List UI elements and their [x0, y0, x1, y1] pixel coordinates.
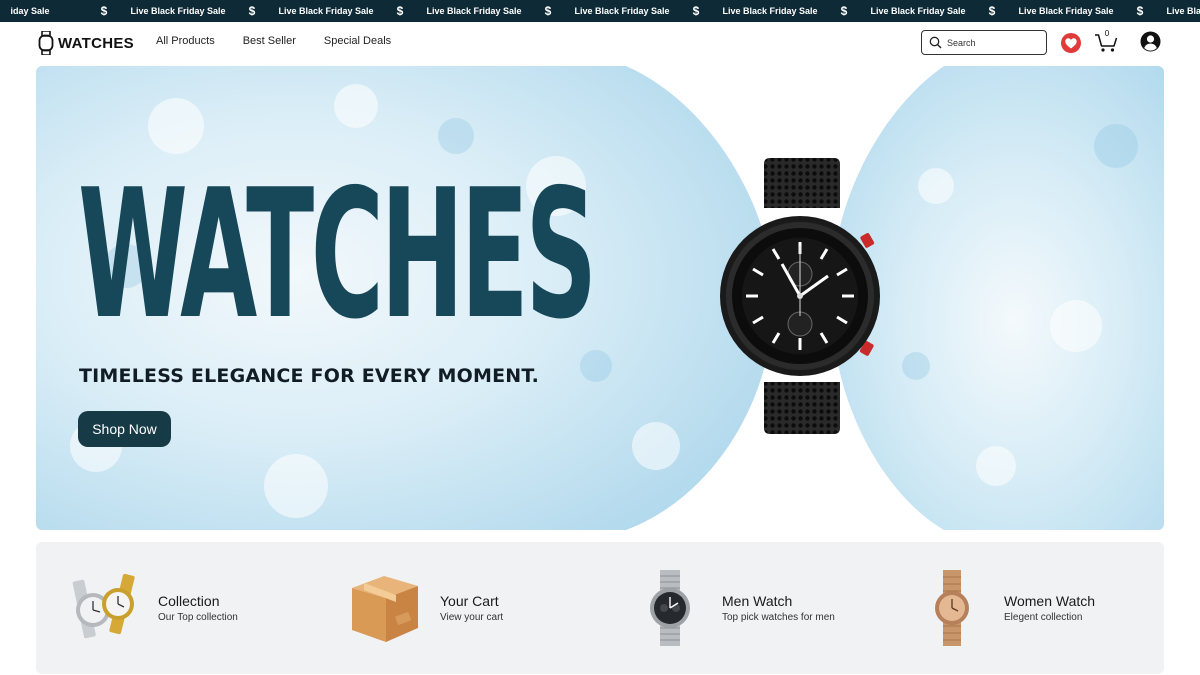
dollar-icon: $: [248, 4, 256, 18]
ticker-text: Live Black Friday Sale: [278, 6, 374, 16]
main-nav: All Products Best Seller Special Deals: [156, 35, 419, 47]
ticker-item: Live Black Friday Sale $: [1016, 4, 1164, 18]
ticker-item: Live Black Friday Sale $: [276, 4, 424, 18]
category-collection[interactable]: Collection Our Top collection: [66, 568, 238, 648]
ticker-text: iday Sale: [10, 6, 50, 16]
category-subtitle: Top pick watches for men: [722, 612, 835, 623]
hero-title: WATCHES: [78, 151, 597, 358]
dollar-icon: $: [544, 4, 552, 18]
category-title: Women Watch: [1004, 593, 1096, 609]
heart-icon: [1065, 37, 1077, 48]
ticker-item: Live Black Friday Sale $: [868, 4, 1016, 18]
search-icon: [929, 36, 942, 49]
ticker-text: Live Black Friday Sale: [574, 6, 670, 16]
hero-tagline: TIMELESS ELEGANCE FOR EVERY MOMENT.: [79, 365, 540, 387]
ticker-item: Live Black Friday Sale $: [720, 4, 868, 18]
category-text: Women Watch Elegent collection: [1004, 593, 1095, 623]
search-box[interactable]: [921, 30, 1047, 55]
site-header: WATCHES All Products Best Seller Special…: [0, 22, 1200, 64]
dollar-icon: $: [100, 4, 108, 18]
category-title: Men Watch: [722, 593, 793, 609]
shop-now-button[interactable]: Shop Now: [78, 411, 171, 447]
ticker-text: Live Black Friday Sale: [1018, 6, 1114, 16]
ticker-text: Live Black Friday Sale: [130, 6, 226, 16]
nav-best-seller[interactable]: Best Seller: [243, 35, 296, 47]
category-subtitle: Our Top collection: [158, 612, 238, 623]
category-women-watch[interactable]: Women Watch Elegent collection: [912, 568, 1095, 648]
ticker-item: Live Black Friday Sale $: [128, 4, 276, 18]
cardboard-box-image: [352, 576, 418, 642]
black-chronograph-watch-image: [720, 158, 880, 434]
category-text: Your Cart View your cart: [440, 593, 503, 623]
hero-banner: WATCHES TIMELESS ELEGANCE FOR EVERY MOME…: [36, 66, 1164, 530]
category-text: Men Watch Top pick watches for men: [722, 593, 835, 623]
nav-all-products[interactable]: All Products: [156, 35, 215, 47]
category-subtitle: View your cart: [440, 612, 504, 623]
ticker-item: Live Black Friday Sale $: [424, 4, 572, 18]
category-strip: Collection Our Top collection Your Cart …: [36, 542, 1164, 674]
ticker-item: iday Sale $: [0, 4, 128, 18]
promo-ticker: iday Sale $ Live Black Friday Sale $ Live …: [0, 0, 1200, 22]
account-icon[interactable]: [1140, 31, 1161, 52]
nav-special-deals[interactable]: Special Deals: [324, 35, 391, 47]
dollar-icon: $: [988, 4, 996, 18]
cart-count: 0: [1104, 29, 1110, 38]
dollar-icon: $: [396, 4, 404, 18]
category-subtitle: Elegent collection: [1004, 612, 1083, 623]
logo-text: WATCHES: [58, 34, 134, 52]
watch-pair-image: [72, 573, 135, 639]
ticker-text: Live Black Friday Sale: [426, 6, 522, 16]
ticker-text: Live Black Friday Sale: [1166, 6, 1200, 16]
ticker-track: iday Sale $ Live Black Friday Sale $ Live …: [0, 0, 1200, 22]
steel-chronograph-image: [650, 570, 690, 646]
category-title: Collection: [158, 593, 220, 609]
gold-watch-image: [935, 570, 969, 646]
ticker-text: Live Black Friday Sale: [870, 6, 966, 16]
ticker-text: Live Black Friday Sale: [722, 6, 818, 16]
category-men-watch[interactable]: Men Watch Top pick watches for men: [630, 568, 835, 648]
site-logo[interactable]: WATCHES: [38, 31, 134, 55]
category-text: Collection Our Top collection: [158, 593, 238, 623]
wishlist-button[interactable]: [1061, 33, 1081, 53]
dollar-icon: $: [840, 4, 848, 18]
cart-button[interactable]: 0: [1094, 29, 1118, 53]
ticker-item: Live Black Friday Sale$: [1164, 4, 1200, 18]
watch-logo-icon: [38, 31, 54, 55]
dollar-icon: $: [692, 4, 700, 18]
category-your-cart[interactable]: Your Cart View your cart: [348, 568, 503, 648]
search-input[interactable]: [947, 37, 1042, 48]
dollar-icon: $: [1136, 4, 1144, 18]
ticker-item: Live Black Friday Sale $: [572, 4, 720, 18]
category-title: Your Cart: [440, 593, 499, 609]
